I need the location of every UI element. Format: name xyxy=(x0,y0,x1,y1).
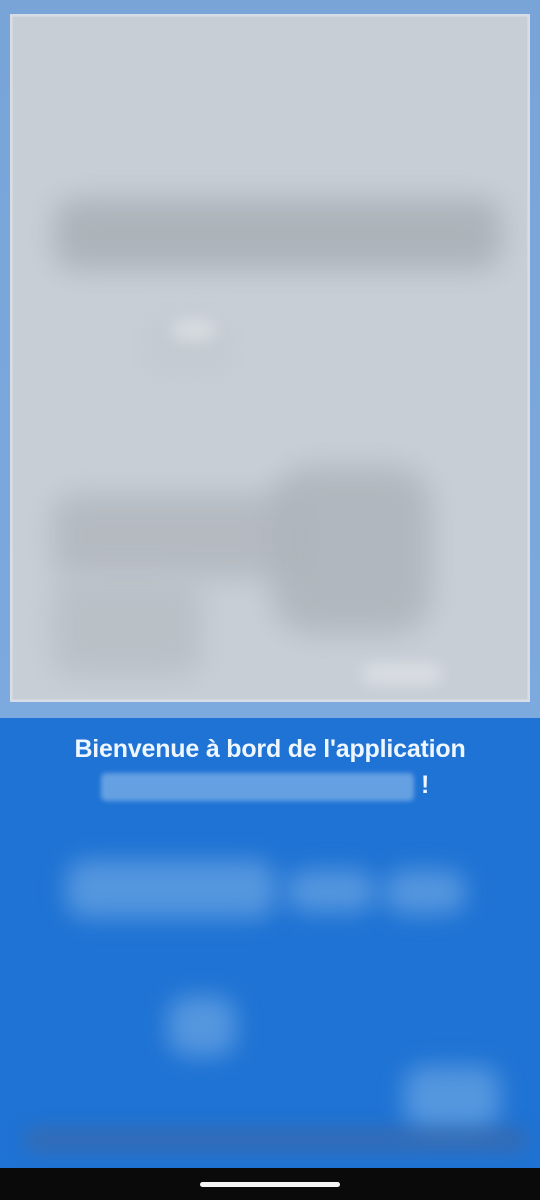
app-name-row: ! xyxy=(0,770,540,802)
blurred-text-block xyxy=(66,860,276,918)
blurred-highlight-spot xyxy=(362,664,442,684)
blurred-header-block xyxy=(54,198,502,270)
bottom-bar-shadow xyxy=(24,1126,528,1154)
gesture-handle-icon[interactable] xyxy=(200,1182,340,1187)
blurred-text-block xyxy=(384,870,466,914)
blurred-footer-block xyxy=(52,576,202,676)
blurred-text-block xyxy=(286,870,376,912)
onboarding-screen: Bienvenue à bord de l'application ! xyxy=(0,0,540,1168)
preview-area xyxy=(0,0,540,718)
exclamation-mark: ! xyxy=(421,771,430,799)
preview-card xyxy=(10,14,530,702)
blurred-icon-block xyxy=(168,996,236,1056)
blurred-image-block xyxy=(272,466,432,634)
blurred-highlight-spot xyxy=(172,320,216,340)
redacted-app-name xyxy=(101,773,414,801)
welcome-title: Bienvenue à bord de l'application xyxy=(74,735,466,763)
blurred-button-block[interactable] xyxy=(404,1066,500,1130)
